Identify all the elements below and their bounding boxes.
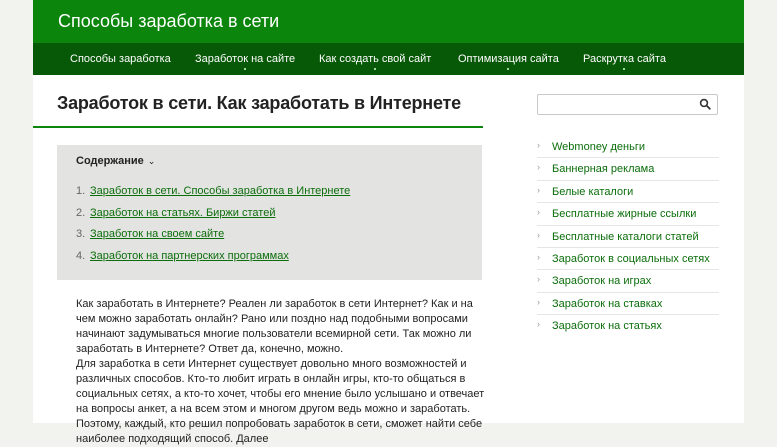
nav-item-optimizaciya[interactable]: Оптимизация сайта: [458, 43, 559, 75]
sidebar-item-link[interactable]: Заработок на статьях: [552, 320, 662, 332]
toc-item: 3. Заработок на своем сайте: [76, 228, 224, 240]
sidebar-item-link[interactable]: Баннерная реклама: [552, 163, 654, 175]
site-title[interactable]: Способы заработка в сети: [58, 11, 279, 32]
sidebar-item: › Заработок на ставках: [537, 293, 719, 316]
nav-item-sposoby[interactable]: Способы заработка: [70, 43, 171, 75]
chevron-right-icon: ›: [537, 296, 540, 307]
toc-item-link[interactable]: Заработок на статьях. Биржи статей: [90, 207, 275, 219]
chevron-right-icon: ›: [537, 140, 540, 150]
title-divider: [33, 126, 483, 128]
sidebar-item: › Заработок на играх: [537, 270, 719, 293]
chevron-right-icon: ›: [537, 319, 540, 330]
chevron-right-icon: ›: [537, 229, 540, 240]
sidebar-item-link[interactable]: Заработок на играх: [552, 275, 651, 287]
toc-item-link[interactable]: Заработок на партнерских программах: [90, 250, 289, 262]
toc-item-number: 1.: [76, 185, 86, 197]
toc-item-number: 3.: [76, 228, 86, 240]
toc-item-number: 4.: [76, 250, 86, 262]
nav-item-label: Раскрутка сайта: [583, 53, 666, 65]
sidebar-item-link[interactable]: Заработок в социальных сетях: [552, 253, 710, 265]
page-wrapper: Способы заработка в сети Способы заработ…: [33, 0, 744, 445]
nav-item-kak-sozdat-sait[interactable]: Как создать свой сайт: [319, 43, 431, 75]
submenu-indicator-icon: [507, 68, 510, 70]
submenu-indicator-icon: [374, 68, 377, 70]
sidebar-item-link[interactable]: Белые каталоги: [552, 186, 633, 198]
sidebar-item-link[interactable]: Бесплатные каталоги статей: [552, 231, 699, 243]
chevron-right-icon: ›: [537, 207, 540, 218]
toc-toggle[interactable]: Содержание ⌄: [76, 155, 155, 167]
article-body: Как заработать в Интернете? Реален ли за…: [76, 297, 486, 447]
main-nav: Способы заработка Заработок на сайте Как…: [33, 43, 744, 75]
nav-item-raskrutka[interactable]: Раскрутка сайта: [583, 43, 666, 75]
nav-item-label: Оптимизация сайта: [458, 53, 559, 65]
submenu-indicator-icon: [623, 68, 626, 70]
sidebar-item: › Баннерная реклама: [537, 158, 719, 181]
toc-item-link[interactable]: Заработок в сети. Способы заработка в Ин…: [90, 185, 350, 197]
sidebar-item: › Заработок на статьях: [537, 315, 719, 337]
sidebar-item-link[interactable]: Webmoney деньги: [552, 141, 645, 153]
search-icon[interactable]: [699, 98, 711, 110]
toc-heading: Содержание: [76, 155, 144, 167]
sidebar-item: › Бесплатные каталоги статей: [537, 226, 719, 248]
sidebar-list: › Webmoney деньги › Баннерная реклама › Бел…: [537, 136, 719, 338]
nav-item-zarabotok-na-saite[interactable]: Заработок на сайте: [195, 43, 295, 75]
site-header: Способы заработка в сети: [33, 0, 744, 43]
submenu-indicator-icon: [244, 68, 247, 70]
nav-item-label: Как создать свой сайт: [319, 53, 432, 65]
chevron-down-icon: ⌄: [147, 156, 156, 166]
toc-item-link[interactable]: Заработок на своем сайте: [90, 228, 224, 240]
chevron-right-icon: ›: [537, 184, 540, 195]
article-paragraph: Для заработка в сети Интернет существует…: [76, 358, 485, 445]
table-of-contents: Содержание ⌄ 1. Заработок в сети. Способы …: [57, 145, 482, 280]
chevron-right-icon: ›: [537, 251, 540, 262]
chevron-right-icon: ›: [537, 162, 540, 173]
sidebar-item-link[interactable]: Бесплатные жирные ссылки: [552, 208, 696, 220]
sidebar-item-link[interactable]: Заработок на ставках: [552, 298, 662, 310]
search-input[interactable]: [537, 94, 718, 115]
nav-item-label: Заработок на сайте: [195, 53, 296, 65]
page-title: Заработок в сети. Как заработать в Интер…: [57, 93, 461, 113]
nav-item-label: Способы заработка: [70, 53, 171, 65]
article-paragraph: Как заработать в Интернете? Реален ли за…: [76, 298, 473, 355]
sidebar-item: › Webmoney деньги: [537, 136, 719, 159]
toc-item: 1. Заработок в сети. Способы заработка в …: [76, 185, 350, 197]
sidebar-item: › Бесплатные жирные ссылки: [537, 203, 719, 226]
toc-item-number: 2.: [76, 207, 86, 219]
sidebar-item: › Заработок в социальных сетях: [537, 248, 719, 271]
toc-item: 4. Заработок на партнерских программах: [76, 250, 289, 262]
sidebar-item: › Белые каталоги: [537, 181, 719, 204]
toc-item: 2. Заработок на статьях. Биржи статей: [76, 207, 275, 219]
chevron-right-icon: ›: [537, 274, 540, 285]
